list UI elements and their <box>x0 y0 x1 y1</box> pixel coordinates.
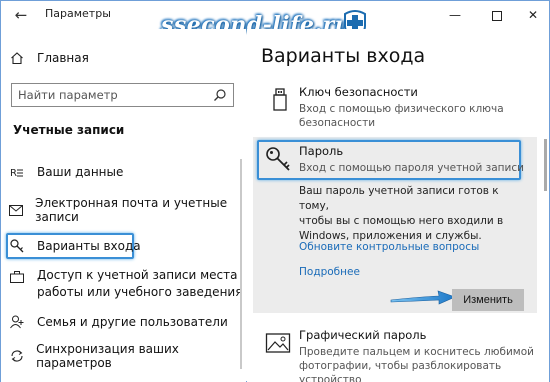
sidebar-item-family[interactable]: Семья и другие пользователи <box>9 311 228 333</box>
search-input[interactable] <box>12 84 208 106</box>
user-card-icon: R <box>9 164 25 180</box>
sidebar-item-your-info[interactable]: R Ваши данные <box>9 161 123 183</box>
sidebar-item-sign-in-options[interactable]: Варианты входа <box>9 235 141 257</box>
close-button[interactable]: ✕ <box>516 1 550 29</box>
sidebar-scrollbar[interactable] <box>240 159 242 369</box>
briefcase-icon <box>9 269 25 285</box>
search-icon <box>214 89 226 101</box>
settings-window: ← Параметры — ✕ ssecond-life.ru Главная … <box>0 0 550 382</box>
pointer-arrow-icon <box>390 290 456 305</box>
sidebar-item-label: Доступ к учетной записи места работы или… <box>37 268 243 299</box>
minimize-button[interactable]: — <box>438 1 472 29</box>
content-scrollbar[interactable] <box>544 139 547 191</box>
picture-icon <box>265 333 291 353</box>
sidebar-nav: Главная Учетные записи R Ваши данные Эле… <box>1 29 246 382</box>
sidebar-item-home[interactable]: Главная <box>9 47 89 69</box>
sidebar-item-label: Семья и другие пользователи <box>37 315 228 329</box>
search-field[interactable] <box>11 83 234 107</box>
sync-icon <box>9 348 24 364</box>
option-title: Графический пароль <box>299 328 427 342</box>
back-button[interactable]: ← <box>9 4 33 26</box>
option-title: Пароль <box>299 144 344 158</box>
sidebar-item-label: Главная <box>37 51 89 65</box>
sidebar-item-email[interactable]: Электронная почта и учетные записи <box>9 196 246 224</box>
sidebar-item-label: Варианты входа <box>37 239 141 253</box>
content-pane: Варианты входа Ключ безопасности Вход с … <box>247 29 549 382</box>
info-line: Ваш пароль учетной записи готов к тому, <box>299 185 499 212</box>
option-description: безопасности <box>299 117 376 129</box>
maximize-icon <box>492 10 502 21</box>
home-icon <box>9 50 25 66</box>
sidebar-item-label: Ваши данные <box>37 165 124 179</box>
option-description: устройство <box>299 374 362 382</box>
password-info: Ваш пароль учетной записи готов к тому, … <box>299 184 529 244</box>
maximize-button[interactable] <box>480 1 514 29</box>
change-password-button[interactable]: Изменить <box>452 289 524 311</box>
page-title: Варианты входа <box>261 45 426 67</box>
mail-icon <box>9 202 24 218</box>
usb-key-icon <box>273 88 287 111</box>
info-line: чтобы вы с помощью него входили в <box>299 215 504 227</box>
add-user-icon <box>9 314 25 330</box>
option-description: Вход с помощью физического ключа <box>299 103 504 115</box>
sidebar-item-label: Электронная почта и учетные записи <box>35 196 228 224</box>
window-title: Параметры <box>45 7 111 20</box>
option-description: Проведите пальцем и коснитесь любимой <box>299 346 534 358</box>
svg-text:R: R <box>10 168 17 178</box>
option-title: Ключ безопасности <box>299 85 418 99</box>
sidebar-item-label: Синхронизация ваших параметров <box>36 342 179 370</box>
sidebar-item-work-access[interactable]: Доступ к учетной записи места работы или… <box>9 267 247 303</box>
update-security-questions-link[interactable]: Обновите контрольные вопросы <box>299 241 479 253</box>
option-description: Вход с помощью пароля учетной записи <box>299 162 524 174</box>
sidebar-item-sync[interactable]: Синхронизация ваших параметров <box>9 342 246 370</box>
key-icon <box>266 147 290 171</box>
learn-more-link[interactable]: Подробнее <box>299 266 360 278</box>
key-icon <box>9 238 25 254</box>
section-title: Учетные записи <box>13 123 125 137</box>
option-description: фотографии, чтобы разблокировать <box>299 360 502 372</box>
